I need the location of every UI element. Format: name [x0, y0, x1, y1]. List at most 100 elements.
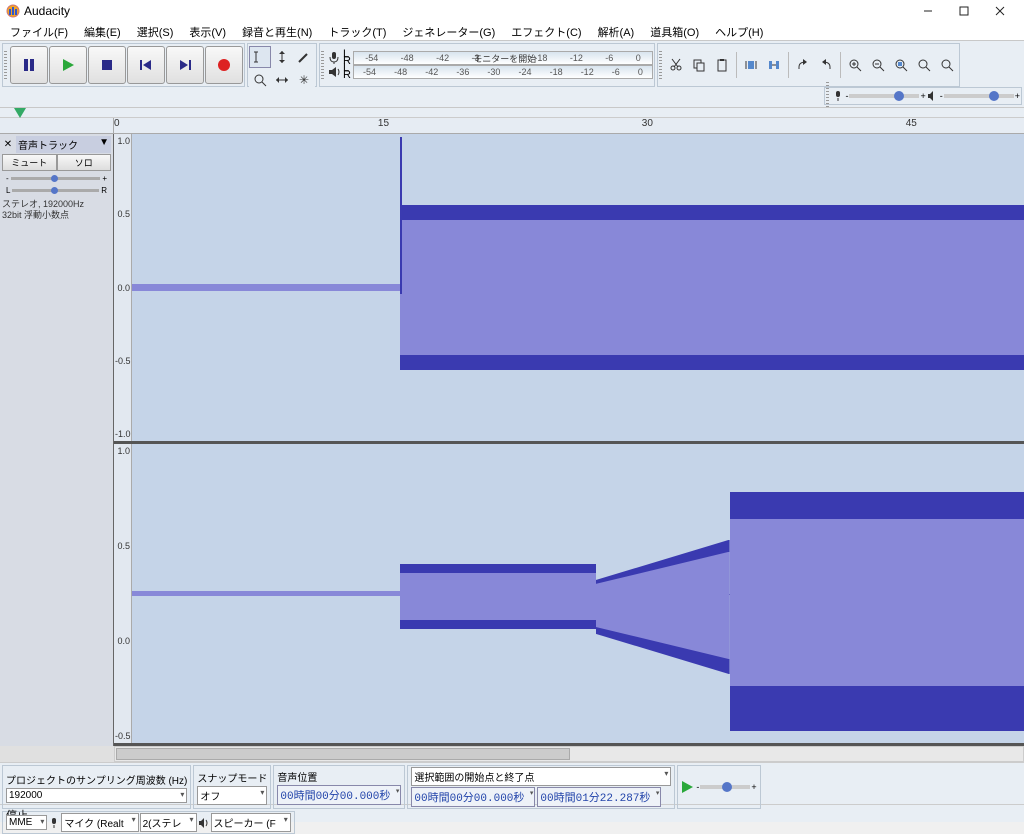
- menu-analyze[interactable]: 解析(A): [590, 22, 643, 40]
- meter-tick: -54: [363, 67, 376, 77]
- menu-generate[interactable]: ジェネレーター(G): [394, 22, 503, 40]
- play-speed-slider[interactable]: [700, 785, 750, 789]
- record-channels-select[interactable]: 2(ステレ: [140, 813, 197, 832]
- menu-help[interactable]: ヘルプ(H): [707, 22, 771, 40]
- record-button[interactable]: [205, 46, 243, 84]
- play-meter-bar[interactable]: -54 -48 -42 -36 -30 -24 -18 -12 -6 0: [353, 65, 653, 79]
- maximize-button[interactable]: [946, 0, 982, 22]
- meter-tick: -6: [605, 53, 613, 63]
- skip-start-button[interactable]: [127, 46, 165, 84]
- track-name-dropdown[interactable]: 音声トラック▼: [16, 136, 111, 153]
- draw-tool[interactable]: [293, 46, 315, 68]
- rec-vol-plus: +: [920, 91, 925, 101]
- record-device-select[interactable]: マイク (Realt: [61, 813, 138, 832]
- samplerate-select[interactable]: 192000: [6, 788, 187, 803]
- play-device-select[interactable]: スピーカー (F: [211, 813, 291, 832]
- position-display[interactable]: 00時間00分00.000秒: [277, 785, 401, 805]
- audacity-logo-icon: [6, 4, 20, 18]
- horizontal-scrollbar[interactable]: [0, 746, 1024, 762]
- zoom-sel-button[interactable]: [890, 54, 912, 76]
- menu-transport[interactable]: 録音と再生(N): [234, 22, 320, 40]
- silence-button[interactable]: [763, 54, 785, 76]
- play-vol-plus: +: [1015, 91, 1020, 101]
- meter-tick: -30: [487, 67, 500, 77]
- copy-button[interactable]: [688, 54, 710, 76]
- menu-effect[interactable]: エフェクト(C): [503, 22, 589, 40]
- position-label: 音声位置: [277, 769, 401, 784]
- cut-button[interactable]: [665, 54, 687, 76]
- pan-left: L: [6, 186, 10, 195]
- snap-group: スナップモード オフ: [193, 765, 271, 809]
- track-control-panel[interactable]: ✕ 音声トラック▼ ミュート ソロ - + L R ステレオ, 192000Hz…: [0, 134, 114, 746]
- menu-view[interactable]: 表示(V): [181, 22, 234, 40]
- meter-tick: -18: [534, 53, 547, 63]
- meter-lr-label: LR: [343, 65, 351, 79]
- timeline-ruler[interactable]: 0 15 30 45: [0, 118, 1024, 134]
- timeshift-tool[interactable]: [271, 69, 293, 91]
- device-toolbar: MME マイク (Realt 2(ステレ スピーカー (F: [2, 811, 295, 834]
- record-meter-bar[interactable]: -54 -48 -42 -3 モニターを開始 14 -18 -12 -6 0: [353, 51, 653, 65]
- redo-button[interactable]: [815, 54, 837, 76]
- solo-button[interactable]: ソロ: [57, 154, 112, 171]
- pause-button[interactable]: [10, 46, 48, 84]
- envelope-tool[interactable]: [271, 46, 293, 68]
- amp-label: -1.0: [115, 429, 130, 439]
- zoom-in-button[interactable]: [844, 54, 866, 76]
- play-at-speed-button[interactable]: [681, 780, 695, 794]
- waveform-right[interactable]: 1.0 0.5 0.0 -0.5: [114, 444, 1024, 746]
- undo-button[interactable]: [792, 54, 814, 76]
- track-format: ステレオ, 192000Hz: [2, 199, 111, 210]
- multi-tool[interactable]: ✳: [293, 69, 315, 91]
- menu-edit[interactable]: 編集(E): [76, 22, 129, 40]
- menu-tracks[interactable]: トラック(T): [320, 22, 394, 40]
- amplitude-ruler: 1.0 0.5 0.0 -0.5: [114, 444, 132, 743]
- mic-icon[interactable]: [327, 51, 341, 65]
- pan-slider[interactable]: L R: [6, 186, 107, 195]
- mixer-toolbar-row: - + - +: [0, 87, 1024, 108]
- play-button[interactable]: [49, 46, 87, 84]
- amp-label: 0.0: [115, 283, 130, 293]
- gain-slider[interactable]: - +: [6, 174, 107, 183]
- zoom-out-button[interactable]: [867, 54, 889, 76]
- selection-tool[interactable]: [249, 46, 271, 68]
- audio-host-select[interactable]: MME: [6, 815, 47, 830]
- snap-select[interactable]: オフ: [197, 786, 267, 805]
- selection-end-display[interactable]: 00時間01分22.287秒: [537, 787, 661, 807]
- chevron-down-icon: ▼: [99, 137, 109, 152]
- meter-tick: -48: [394, 67, 407, 77]
- playhead-icon[interactable]: [14, 108, 26, 118]
- zoom-toggle-button[interactable]: [936, 54, 958, 76]
- paste-button[interactable]: [711, 54, 733, 76]
- play-volume-slider[interactable]: [944, 94, 1014, 98]
- zoom-fit-button[interactable]: [913, 54, 935, 76]
- minimize-button[interactable]: [910, 0, 946, 22]
- close-button[interactable]: [982, 0, 1018, 22]
- track-close-button[interactable]: ✕: [2, 139, 14, 151]
- speed-minus: -: [696, 782, 699, 792]
- zoom-tool[interactable]: [249, 69, 271, 91]
- amp-label: 0.5: [115, 209, 130, 219]
- play-vol-minus: -: [940, 91, 943, 101]
- meter-tick: -36: [456, 67, 469, 77]
- speed-plus: +: [751, 782, 756, 792]
- selection-start-display[interactable]: 00時間00分00.000秒: [411, 787, 535, 807]
- waveform-left[interactable]: 1.0 0.5 0.0 -0.5 -1.0: [114, 134, 1024, 444]
- waveforms: 1.0 0.5 0.0 -0.5 -1.0 1.0 0.5: [114, 134, 1024, 746]
- menu-tools[interactable]: 道具箱(O): [642, 22, 707, 40]
- menu-select[interactable]: 選択(S): [129, 22, 182, 40]
- mute-button[interactable]: ミュート: [2, 154, 57, 171]
- speaker-icon[interactable]: [327, 65, 341, 79]
- selection-mode-select[interactable]: 選択範囲の開始点と終了点: [411, 767, 671, 786]
- record-volume-slider[interactable]: [849, 94, 919, 98]
- skip-end-button[interactable]: [166, 46, 204, 84]
- tools-toolbar: ✳: [247, 43, 317, 87]
- amp-label: -0.5: [115, 356, 130, 366]
- transport-toolbar: [2, 43, 245, 87]
- selection-group: 選択範囲の開始点と終了点 00時間00分00.000秒 00時間01分22.28…: [407, 765, 675, 809]
- menu-file[interactable]: ファイル(F): [2, 22, 76, 40]
- gain-minus: -: [6, 174, 9, 183]
- amp-label: -0.5: [115, 731, 130, 741]
- meter-tick: 0: [636, 53, 641, 63]
- trim-button[interactable]: [740, 54, 762, 76]
- stop-button[interactable]: [88, 46, 126, 84]
